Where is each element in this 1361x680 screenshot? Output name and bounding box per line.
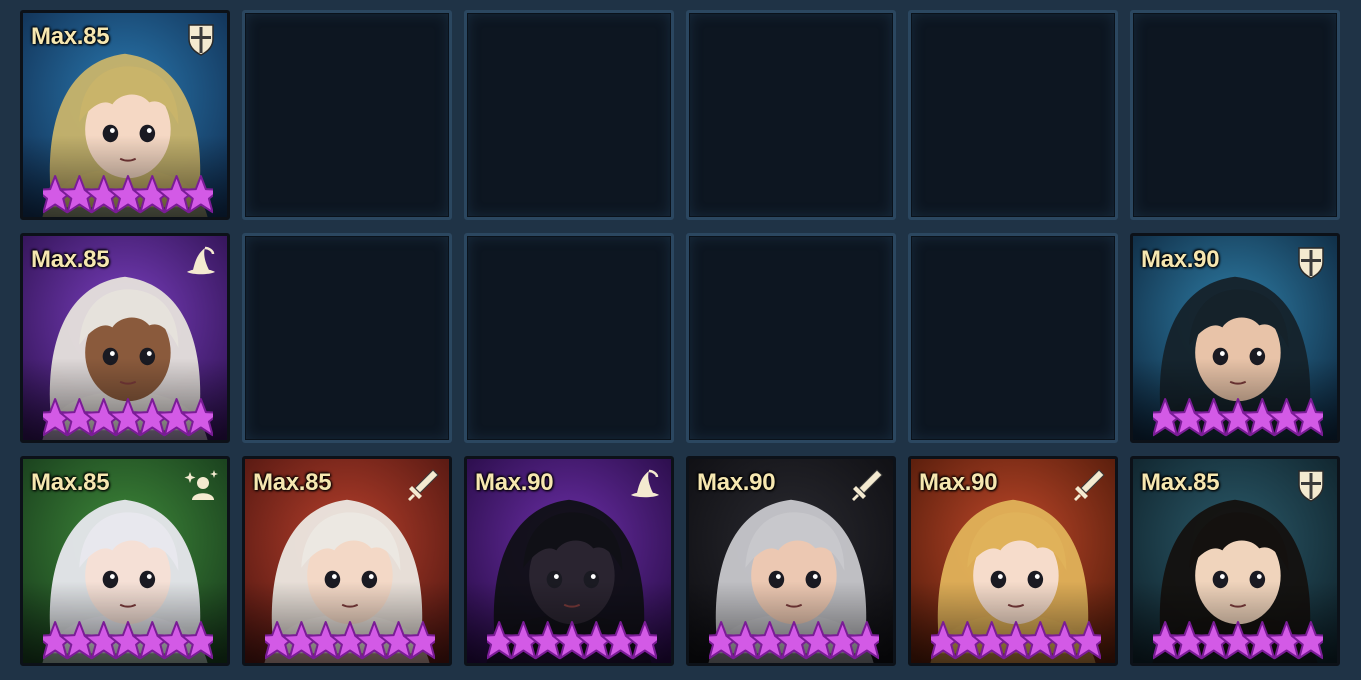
empty-hero-slot[interactable] [908,10,1118,220]
star-rating [487,621,657,660]
max-level-label: Max.85 [31,246,110,273]
max-level-label: Max.85 [31,469,110,496]
hero-slot-18[interactable]: Max.85 [1130,456,1340,666]
empty-hero-slot[interactable] [908,233,1118,443]
empty-hero-slot[interactable] [242,233,452,443]
shield-icon [188,24,214,56]
hero-slot-13[interactable]: Max.85 [20,456,230,666]
max-level-label: Max.90 [919,469,998,496]
sword-icon [408,469,439,501]
star-rating [709,621,879,660]
hero-slot-1[interactable]: Max.85 [20,10,230,220]
wizard-hat-icon [187,246,215,275]
empty-hero-slot[interactable] [464,10,674,220]
max-level-label: Max.85 [1141,469,1220,496]
max-level-label: Max.85 [253,469,332,496]
star-rating [1153,621,1323,660]
star-rating [265,621,435,660]
hero-slot-16[interactable]: Max.90 [686,456,896,666]
hero-slot-15[interactable]: Max.90 [464,456,674,666]
sword-icon [852,469,883,501]
max-level-label: Max.85 [31,23,110,50]
hero-slot-14[interactable]: Max.85 [242,456,452,666]
empty-hero-slot[interactable] [242,10,452,220]
hero-roster-grid: Max.85 Max.85 Max.90 Max.85 Max.85 Max.9 [0,0,1361,680]
sword-icon [1074,469,1105,501]
star-rating [1153,398,1323,437]
star-rating [43,398,213,437]
empty-hero-slot[interactable] [1130,10,1340,220]
empty-hero-slot[interactable] [686,233,896,443]
max-level-label: Max.90 [697,469,776,496]
hero-slot-7[interactable]: Max.85 [20,233,230,443]
star-rating [43,175,213,214]
shield-icon [1298,470,1324,502]
wizard-hat-icon [631,469,659,498]
empty-hero-slot[interactable] [464,233,674,443]
hero-slot-12[interactable]: Max.90 [1130,233,1340,443]
shield-icon [1298,247,1324,279]
hero-slot-17[interactable]: Max.90 [908,456,1118,666]
max-level-label: Max.90 [1141,246,1220,273]
support-sparkle-icon [184,470,218,500]
max-level-label: Max.90 [475,469,554,496]
empty-hero-slot[interactable] [686,10,896,220]
star-rating [931,621,1101,660]
star-rating [43,621,213,660]
